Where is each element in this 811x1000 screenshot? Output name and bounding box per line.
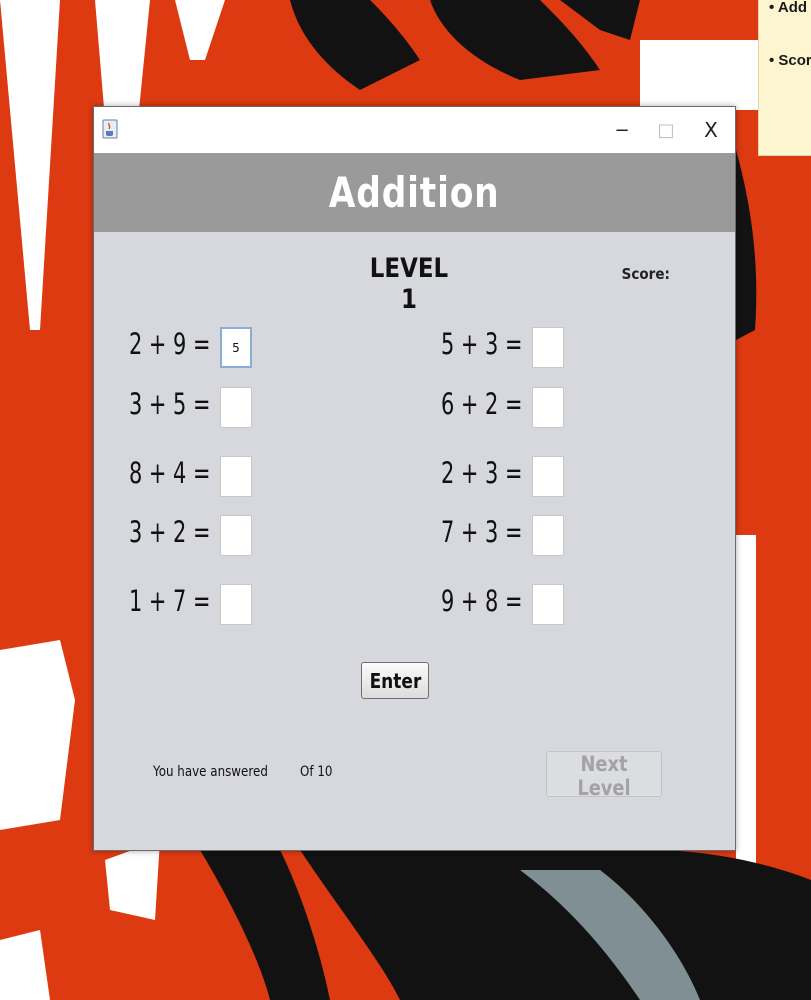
minimize-button[interactable]: − <box>602 115 642 145</box>
problem-label: 8 + 4 = <box>129 456 211 490</box>
sticky-note: • Add • Score <box>758 0 811 156</box>
answer-field[interactable] <box>220 515 252 556</box>
answer-field[interactable] <box>220 456 252 497</box>
note-line: • Add <box>769 0 808 16</box>
level-title: LEVEL 1 <box>369 253 449 315</box>
java-cup-icon <box>102 119 118 139</box>
problem-label: 1 + 7 = <box>129 584 211 618</box>
next-level-button[interactable]: Next Level <box>546 751 662 800</box>
score-label: Score: <box>621 265 670 283</box>
problem-label: 3 + 5 = <box>129 387 211 421</box>
problem-label: 7 + 3 = <box>441 515 523 549</box>
problem-label: 9 + 8 = <box>441 584 523 618</box>
note-line: • Score <box>769 52 811 69</box>
page-title: Addition <box>329 168 500 217</box>
answer-field[interactable] <box>220 584 252 625</box>
answered-label: You have answered <box>153 764 268 780</box>
answer-field[interactable] <box>532 515 564 556</box>
answer-field[interactable] <box>220 327 252 368</box>
maximize-button[interactable]: □ <box>646 115 686 145</box>
problem-label: 3 + 2 = <box>129 515 211 549</box>
answered-total: Of 10 <box>300 764 333 780</box>
enter-button-label: Enter <box>369 668 421 693</box>
answer-field[interactable] <box>220 387 252 428</box>
problem-label: 5 + 3 = <box>441 327 523 361</box>
problem-label: 2 + 9 = <box>129 327 211 361</box>
answer-field[interactable] <box>532 456 564 497</box>
close-button[interactable]: X <box>691 115 731 145</box>
problem-label: 6 + 2 = <box>441 387 523 421</box>
header-banner: Addition <box>94 153 735 232</box>
addition-window: − □ X Addition LEVEL 1 Score: 2 + 9 = 3 … <box>93 106 736 851</box>
enter-button[interactable]: Enter <box>361 662 429 699</box>
next-level-label: Next Level <box>577 752 631 800</box>
answer-field[interactable] <box>532 584 564 625</box>
title-bar[interactable]: − □ X <box>94 107 735 153</box>
answer-field[interactable] <box>532 327 564 368</box>
problem-label: 2 + 3 = <box>441 456 523 490</box>
answer-field[interactable] <box>532 387 564 428</box>
